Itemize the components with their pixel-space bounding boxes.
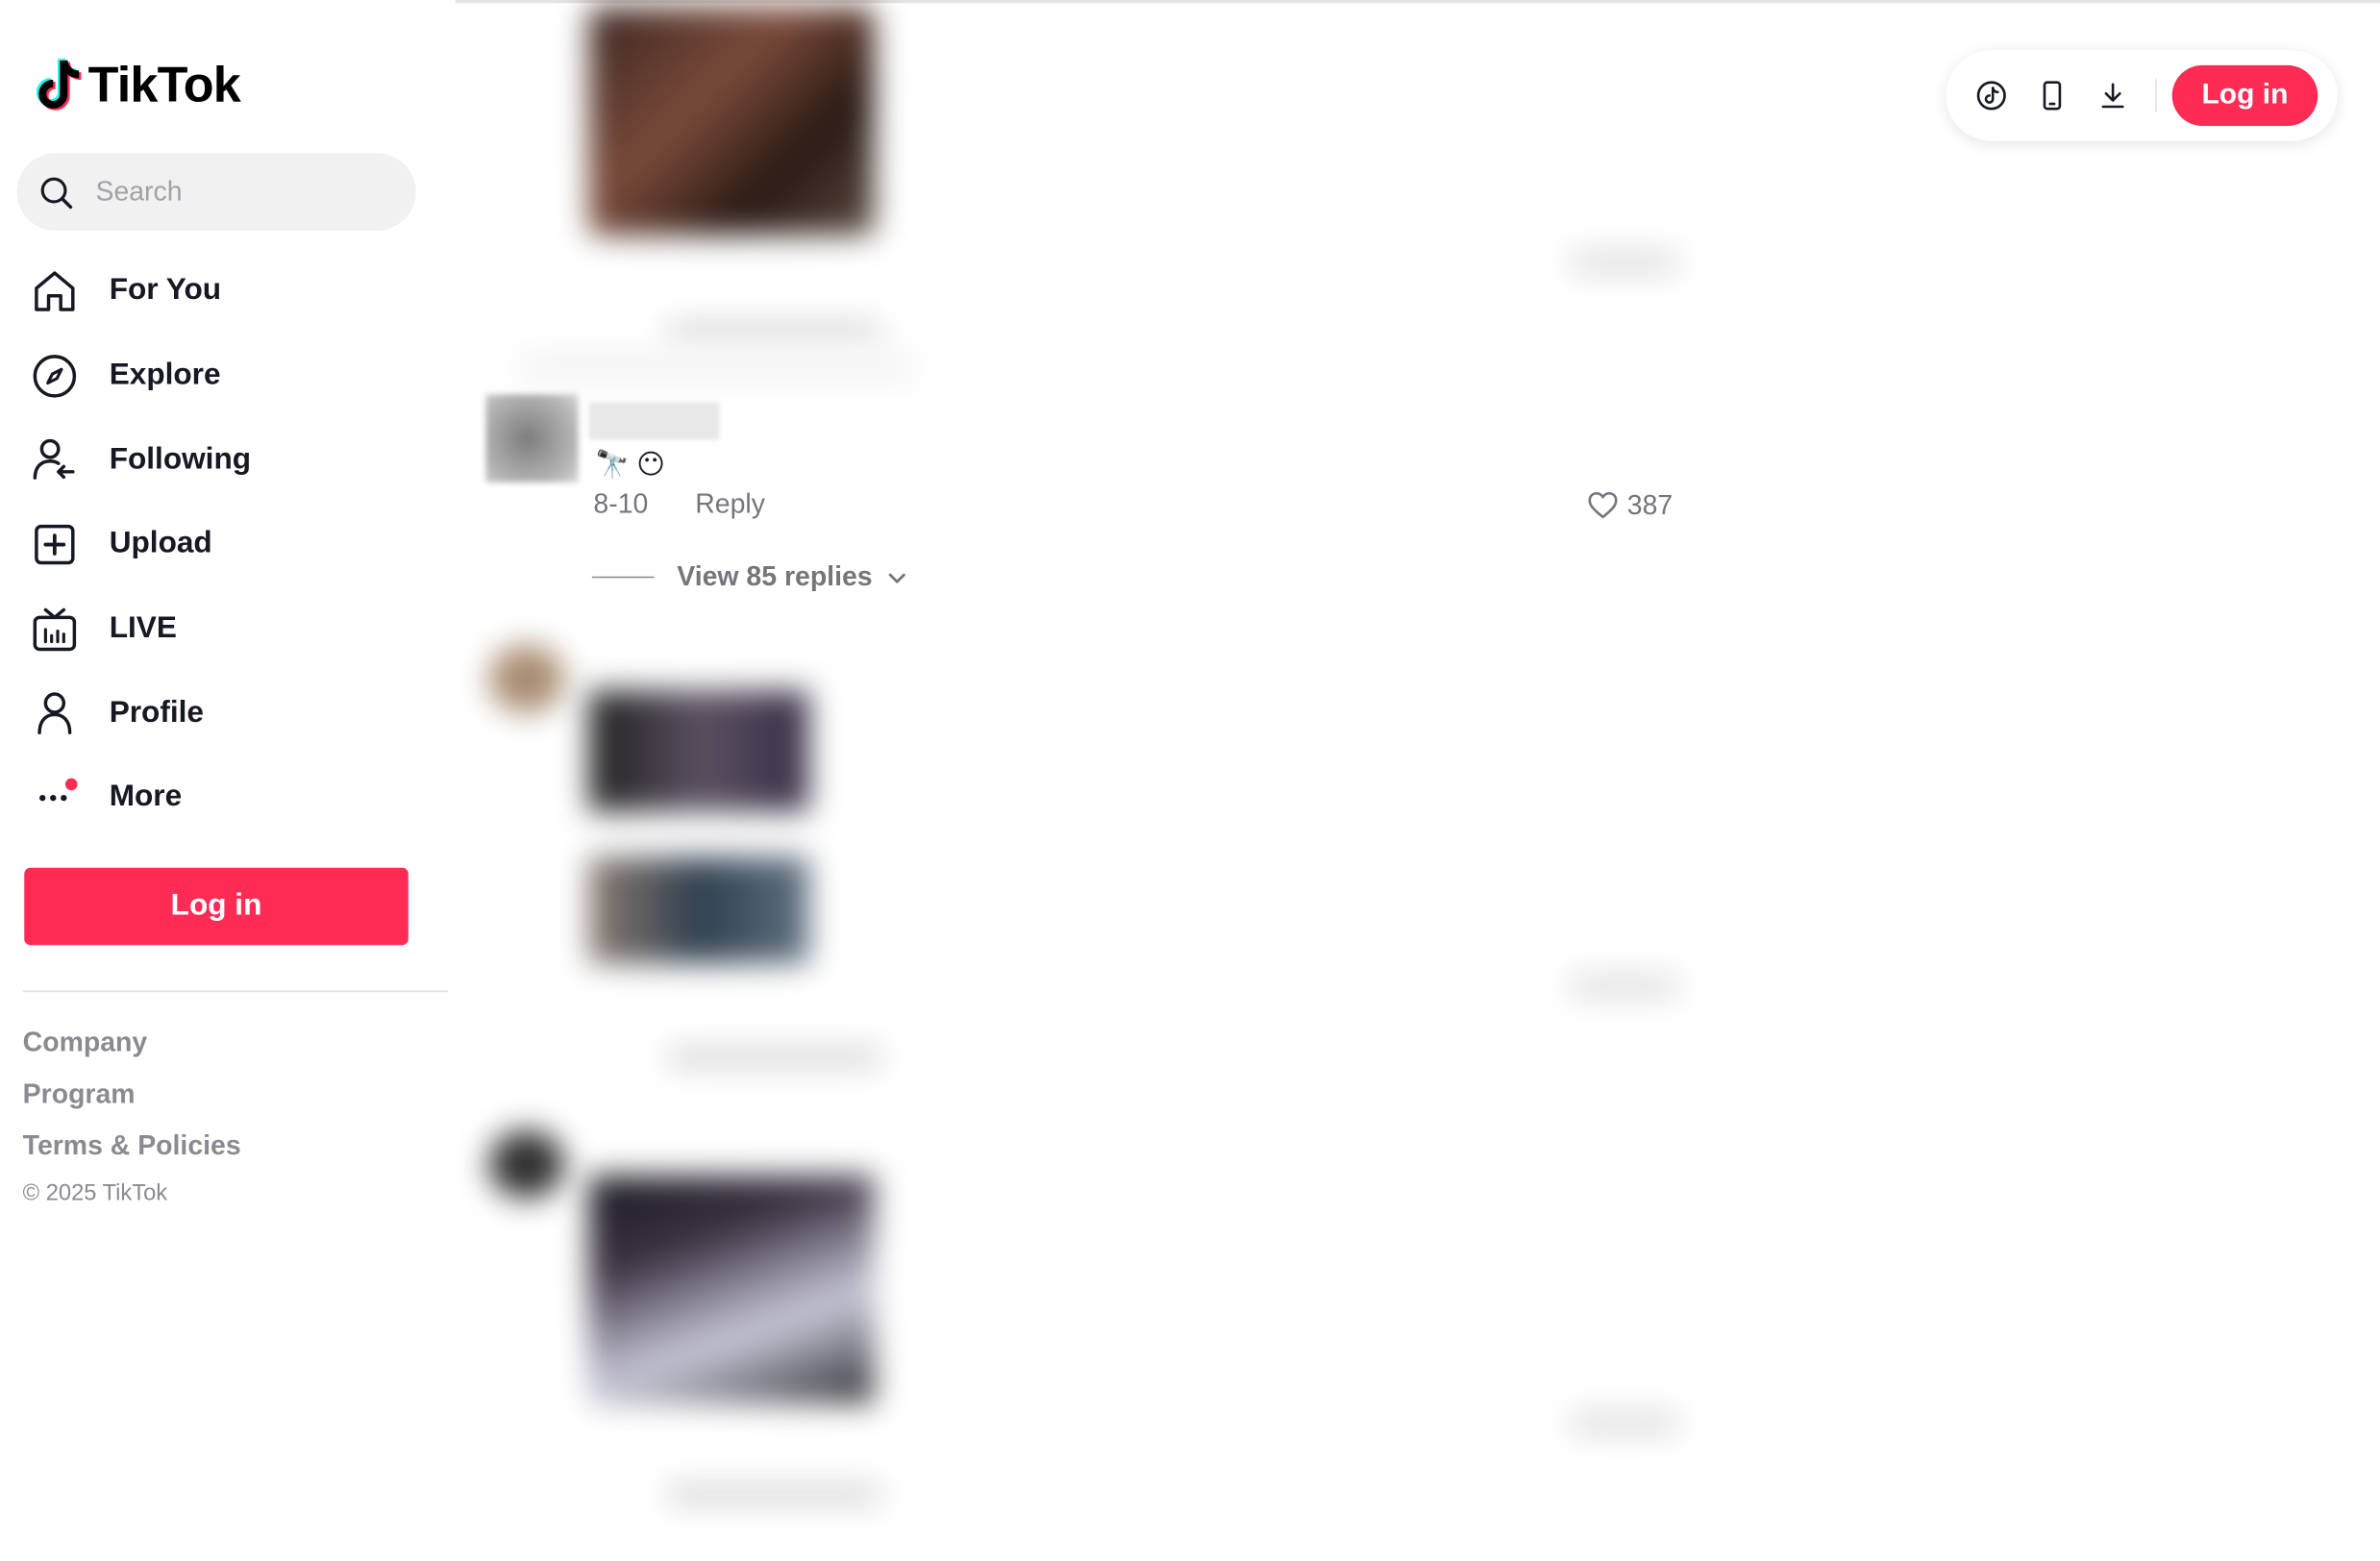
top-action-bar: Log in bbox=[1946, 50, 2338, 141]
blurred-top-strip bbox=[519, 348, 914, 385]
comments-panel: 🔭 😶 8-10 Reply 387 View 85 replies bbox=[456, 0, 1822, 1561]
nav-label: Explore bbox=[109, 358, 221, 392]
tiktok-circle-icon bbox=[1976, 81, 2006, 111]
comment-text: 🔭 😶 bbox=[595, 449, 665, 480]
search-icon bbox=[40, 176, 73, 209]
heart-icon bbox=[1588, 491, 1618, 519]
sidebar-login-button[interactable]: Log in bbox=[24, 867, 409, 946]
nav-label: Following bbox=[109, 442, 252, 477]
blurred-avatar bbox=[488, 644, 565, 713]
replies-line bbox=[591, 576, 655, 579]
nav-label: More bbox=[109, 780, 183, 814]
blurred-image bbox=[588, 690, 809, 812]
blurred-text bbox=[667, 1483, 880, 1505]
like-count: 387 bbox=[1626, 488, 1673, 520]
comment-meta: 8-10 Reply bbox=[593, 488, 765, 520]
nav-item-live[interactable]: LIVE bbox=[0, 586, 456, 671]
footer-link-program[interactable]: Program bbox=[23, 1074, 241, 1126]
home-icon bbox=[31, 267, 80, 316]
search-input[interactable] bbox=[92, 174, 382, 210]
view-replies-label: View 85 replies bbox=[677, 560, 873, 592]
profile-icon bbox=[31, 689, 80, 738]
more-icon bbox=[31, 774, 80, 823]
nav-item-following[interactable]: Following bbox=[0, 418, 456, 503]
blurred-text bbox=[667, 1046, 880, 1069]
footer-link-terms[interactable]: Terms & Policies bbox=[23, 1126, 241, 1177]
sidebar: TikTok For You Explore bbox=[0, 0, 456, 1561]
comment-date: 8-10 bbox=[593, 488, 649, 519]
blurred-text bbox=[667, 321, 880, 343]
get-app-button[interactable] bbox=[2021, 65, 2082, 126]
chevron-down-icon bbox=[888, 572, 905, 582]
tiktok-logo-icon bbox=[36, 58, 82, 111]
avatar[interactable] bbox=[485, 394, 579, 483]
top-login-button[interactable]: Log in bbox=[2171, 64, 2318, 126]
brand-name: TikTok bbox=[87, 56, 241, 112]
sidebar-divider bbox=[22, 990, 448, 993]
nav-item-more[interactable]: More bbox=[0, 756, 456, 840]
footer-link-company[interactable]: Company bbox=[23, 1023, 241, 1075]
following-icon bbox=[31, 435, 80, 484]
blurred-image bbox=[588, 7, 875, 235]
notification-dot bbox=[64, 778, 78, 791]
tiktok-studio-button[interactable] bbox=[1961, 65, 2021, 126]
compass-icon bbox=[31, 351, 80, 400]
page: TikTok For You Explore bbox=[0, 0, 2380, 1561]
live-icon bbox=[31, 605, 80, 654]
copyright: © 2025 TikTok bbox=[22, 1179, 168, 1206]
nav-label: Profile bbox=[109, 696, 204, 730]
blurred-avatar bbox=[488, 1129, 565, 1199]
username-blurred bbox=[588, 402, 720, 440]
reply-button[interactable]: Reply bbox=[695, 488, 765, 520]
like-button[interactable]: 387 bbox=[1586, 488, 1673, 522]
nav-item-explore[interactable]: Explore bbox=[0, 334, 456, 418]
blurred-like bbox=[1571, 974, 1677, 999]
nav-item-upload[interactable]: Upload bbox=[0, 502, 456, 586]
action-separator bbox=[2155, 79, 2157, 112]
phone-icon bbox=[2043, 81, 2062, 111]
main-nav: For You Explore Following Upload LIVE Pr… bbox=[0, 249, 456, 840]
nav-item-profile[interactable]: Profile bbox=[0, 671, 456, 756]
footer-links: Company Program Terms & Policies © 2025 … bbox=[22, 1023, 241, 1206]
nav-label: LIVE bbox=[109, 611, 177, 645]
blurred-image bbox=[588, 856, 809, 964]
nav-item-for-you[interactable]: For You bbox=[0, 249, 456, 334]
upload-icon bbox=[31, 520, 80, 569]
blurred-like bbox=[1571, 1410, 1677, 1435]
blurred-like bbox=[1571, 250, 1677, 275]
view-replies-button[interactable]: View 85 replies bbox=[591, 560, 909, 593]
search-bar[interactable] bbox=[16, 153, 416, 231]
blurred-image bbox=[588, 1176, 875, 1403]
nav-label: Upload bbox=[109, 527, 212, 560]
download-button[interactable] bbox=[2083, 65, 2144, 126]
nav-label: For You bbox=[109, 273, 222, 308]
tiktok-logo[interactable]: TikTok bbox=[31, 52, 241, 118]
download-icon bbox=[2101, 83, 2124, 109]
